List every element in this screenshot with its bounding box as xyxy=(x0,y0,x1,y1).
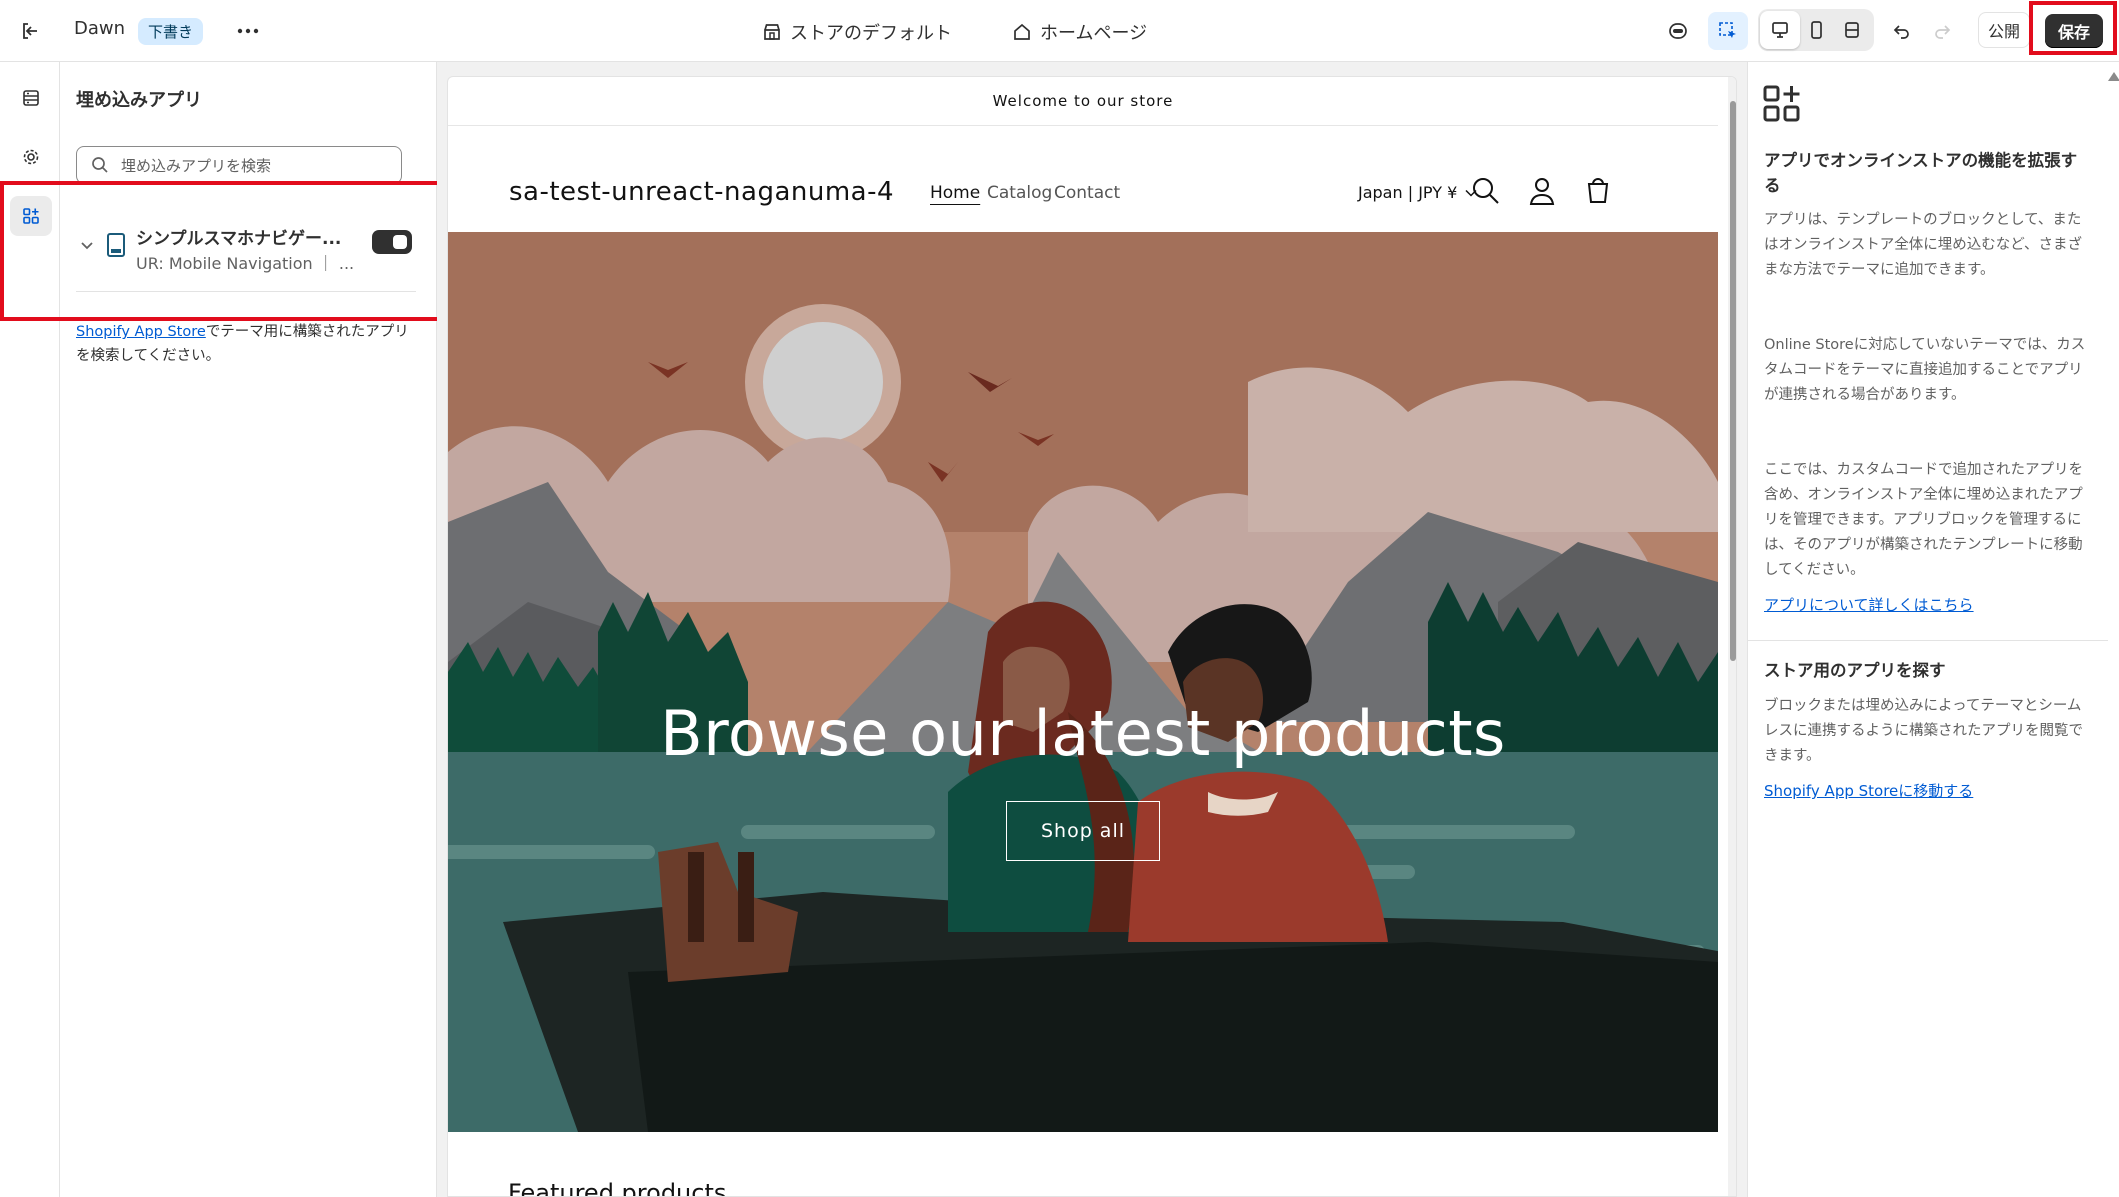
nav-contact[interactable]: Contact xyxy=(1054,183,1120,203)
featured-heading: Featured products xyxy=(508,1179,727,1197)
preview-area: Welcome to our store sa-test-unreact-nag… xyxy=(437,62,1747,1197)
search-icon[interactable] xyxy=(1470,175,1502,207)
cart-icon[interactable] xyxy=(1582,175,1614,207)
app-embeds-panel: 埋め込みアプリ 埋め込みアプリを検索 シンプルスマホナビゲー... UR: Mo… xyxy=(60,62,490,1197)
hero-illustration xyxy=(448,232,1718,1132)
publish-button[interactable]: 公開 xyxy=(1978,12,2030,48)
store-name[interactable]: sa-test-unreact-naganuma-4 xyxy=(509,177,894,207)
app-embed-title: シンプルスマホナビゲー... xyxy=(136,229,342,249)
learn-more-link[interactable]: アプリについて詳しくはこちら xyxy=(1764,594,1974,615)
info-paragraph-1: アプリは、テンプレートのブロックとして、またはオンラインストア全体に埋め込むなど… xyxy=(1764,212,2082,278)
app-embeds-icon xyxy=(1762,84,1802,124)
app-logo-icon xyxy=(104,232,128,258)
search-icon xyxy=(91,156,109,174)
preview-scrollbar[interactable] xyxy=(1728,77,1736,1196)
app-search-input[interactable]: 埋め込みアプリを検索 xyxy=(76,146,402,184)
left-rail xyxy=(0,62,60,1197)
info-panel: アプリでオンラインストアの機能を拡張する アプリは、テンプレートのブロックとして… xyxy=(1747,62,2119,1197)
info-paragraph-3: ここでは、カスタムコードで追加されたアプリを含め、オンラインストア全体に埋め込ま… xyxy=(1764,462,2083,578)
store-icon xyxy=(762,22,782,42)
redo-icon[interactable] xyxy=(1922,12,1962,50)
home-icon xyxy=(1012,22,1032,42)
panel-title: 埋め込みアプリ xyxy=(76,90,202,111)
search-placeholder: 埋め込みアプリを検索 xyxy=(121,156,272,175)
app-store-link[interactable]: Shopify App Storeに移動する xyxy=(1764,780,1973,801)
draft-badge: 下書き xyxy=(138,18,204,45)
theme-editor: Dawn 下書き ストアのデフォルト ホームページ 公開 保存 埋め込みアプリ … xyxy=(0,0,2119,1197)
shop-all-button[interactable]: Shop all xyxy=(1006,801,1160,861)
exit-icon[interactable] xyxy=(10,12,50,50)
undo-icon[interactable] xyxy=(1882,12,1922,50)
app-embed-toggle[interactable] xyxy=(372,230,412,254)
locale-label: Japan | JPY ¥ xyxy=(1358,183,1458,202)
more-horizontal-icon[interactable] xyxy=(228,12,268,50)
page-selector-label: ホームページ xyxy=(1040,23,1148,44)
info-paragraph-4: ブロックまたは埋め込みによってテーマとシームレスに連携するように構築されたアプリ… xyxy=(1764,698,2083,764)
info-paragraph-2: Online Storeに対応していないテーマでは、カスタムコードをテーマに直接… xyxy=(1764,337,2086,403)
fullscreen-view-icon[interactable] xyxy=(1832,11,1872,49)
help-text: Shopify App Storeでテーマ用に構築されたアプリを検索してください… xyxy=(76,320,416,368)
storefront-preview: Welcome to our store sa-test-unreact-nag… xyxy=(447,76,1737,1197)
app-embed-item[interactable]: シンプルスマホナビゲー... UR: Mobile Navigation ｜ .… xyxy=(76,206,416,292)
locale-selector[interactable]: Japan | JPY ¥ xyxy=(1358,183,1477,202)
announcement-bar: Welcome to our store xyxy=(448,77,1718,126)
panel-scroll-up-icon[interactable] xyxy=(2108,72,2119,81)
info-heading: アプリでオンラインストアの機能を拡張する xyxy=(1764,151,2078,195)
sidekick-icon[interactable] xyxy=(1658,12,1698,50)
store-context-selector[interactable]: ストアのデフォルト xyxy=(762,19,952,45)
save-button[interactable]: 保存 xyxy=(2045,14,2103,48)
desktop-view-icon[interactable] xyxy=(1760,11,1800,49)
theme-name: Dawn xyxy=(74,18,126,39)
info-heading-2: ストア用のアプリを探す xyxy=(1764,661,1946,680)
sections-icon[interactable] xyxy=(10,78,52,118)
page-selector[interactable]: ホームページ xyxy=(1012,19,1147,45)
shopify-app-store-link[interactable]: Shopify App Store xyxy=(76,324,206,340)
app-embed-subtitle: UR: Mobile Navigation ｜ ... xyxy=(136,254,355,273)
nav-catalog[interactable]: Catalog xyxy=(987,183,1052,203)
store-context-label: ストアのデフォルト xyxy=(790,23,952,44)
inspector-icon[interactable] xyxy=(1708,12,1748,50)
hero-title: Browse our latest products xyxy=(660,697,1506,770)
app-embeds-icon[interactable] xyxy=(10,196,52,236)
divider xyxy=(1748,640,2108,641)
scrollbar-thumb[interactable] xyxy=(1730,101,1736,661)
mobile-view-icon[interactable] xyxy=(1796,11,1836,49)
chevron-down-icon[interactable] xyxy=(80,240,94,250)
nav-home[interactable]: Home xyxy=(930,183,980,203)
top-bar: Dawn 下書き ストアのデフォルト ホームページ 公開 保存 xyxy=(0,0,2119,62)
settings-gear-icon[interactable] xyxy=(10,137,52,177)
account-icon[interactable] xyxy=(1526,175,1558,207)
